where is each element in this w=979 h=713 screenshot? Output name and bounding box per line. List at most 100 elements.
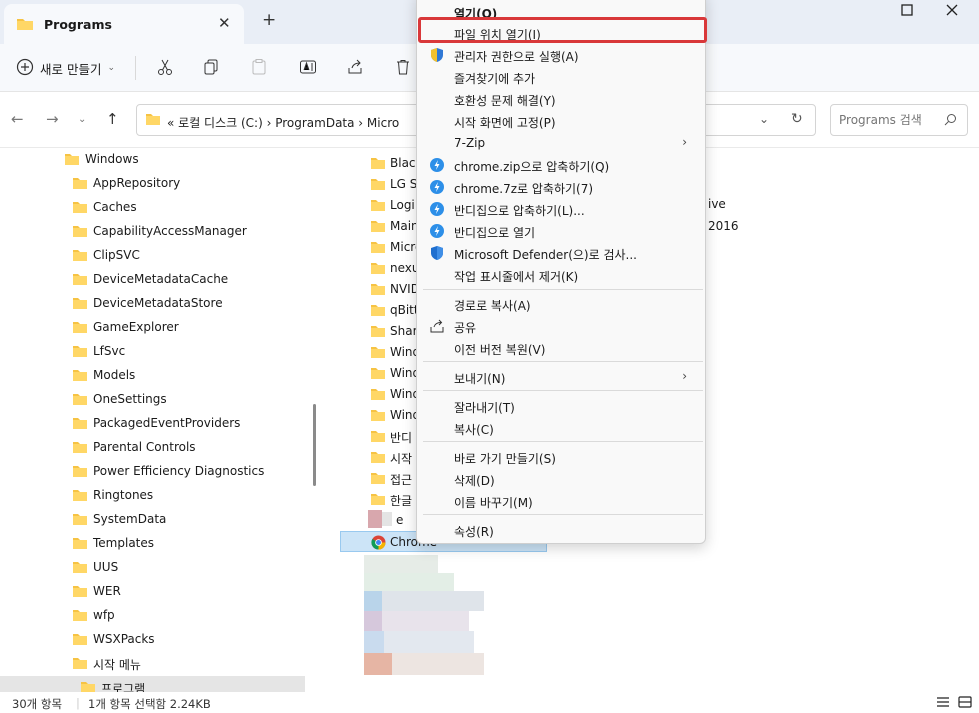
- tree-item[interactable]: wfp: [0, 604, 310, 628]
- menu-item-7zip[interactable]: 7-Zip ›: [423, 132, 699, 154]
- navigation-pane: Windows AppRepository Caches CapabilityA…: [0, 148, 322, 692]
- menu-item-add-favorites[interactable]: 즐겨찾기에 추가: [423, 66, 699, 88]
- menu-item-copy[interactable]: 복사(C): [423, 417, 699, 439]
- tree-item[interactable]: CapabilityAccessManager: [0, 220, 310, 244]
- menu-item-defender-scan[interactable]: Microsoft Defender(으)로 검사...: [423, 242, 699, 264]
- close-window-icon[interactable]: [945, 3, 959, 21]
- tree-item[interactable]: Models: [0, 364, 310, 388]
- cut-icon[interactable]: [152, 54, 178, 80]
- maximize-icon[interactable]: [900, 3, 914, 21]
- menu-item-delete[interactable]: 삭제(D): [423, 468, 699, 490]
- tree-item[interactable]: OneSettings: [0, 388, 310, 412]
- tree-item[interactable]: SystemData: [0, 508, 310, 532]
- folder-icon: [370, 493, 386, 509]
- tree-item[interactable]: WSXPacks: [0, 628, 310, 652]
- menu-item-rename[interactable]: 이름 바꾸기(M): [423, 490, 699, 512]
- menu-item-label: 잘라내기(T): [454, 401, 515, 415]
- status-divider: |: [76, 696, 80, 710]
- folder-icon: [72, 201, 88, 217]
- paste-icon[interactable]: [246, 54, 272, 80]
- tree-item[interactable]: UUS: [0, 556, 310, 580]
- chrome-icon: [371, 535, 386, 553]
- close-tab-icon[interactable]: ✕: [218, 14, 231, 32]
- back-arrow-icon[interactable]: ←: [11, 110, 24, 128]
- folder-icon: [72, 561, 88, 577]
- menu-item-create-shortcut[interactable]: 바로 가기 만들기(S): [423, 446, 699, 468]
- menu-item-properties[interactable]: 속성(R): [423, 519, 699, 541]
- delete-icon[interactable]: [390, 54, 416, 80]
- folder-icon: [72, 513, 88, 529]
- tree-item[interactable]: Caches: [0, 196, 310, 220]
- tiles-view-icon[interactable]: [958, 696, 972, 711]
- tree-item[interactable]: AppRepository: [0, 172, 310, 196]
- menu-item-run-as-admin[interactable]: 관리자 권한으로 실행(A): [423, 44, 699, 66]
- menu-item-share[interactable]: 공유: [423, 315, 699, 337]
- menu-item-label: 속성(R): [454, 525, 494, 539]
- refresh-icon[interactable]: ↻: [791, 111, 803, 127]
- folder-icon: [370, 178, 386, 194]
- list-item-label: 시작: [390, 452, 413, 466]
- tree-item[interactable]: Windows: [0, 148, 310, 172]
- menu-item-troubleshoot[interactable]: 호환성 문제 해결(Y): [423, 88, 699, 110]
- menu-item-compress-zip[interactable]: chrome.zip으로 압축하기(Q): [423, 154, 699, 176]
- tree-item[interactable]: ClipSVC: [0, 244, 310, 268]
- menu-item-compress-bandizip[interactable]: 반디집으로 압축하기(L)...: [423, 198, 699, 220]
- menu-item-open-bandizip[interactable]: 반디집으로 열기: [423, 220, 699, 242]
- menu-item-label: 이전 버전 복원(V): [454, 343, 546, 357]
- menu-item-restore-versions[interactable]: 이전 버전 복원(V): [423, 337, 699, 359]
- search-box[interactable]: [830, 104, 968, 136]
- menu-item-pin-start[interactable]: 시작 화면에 고정(P): [423, 110, 699, 132]
- forward-arrow-icon[interactable]: →: [46, 110, 59, 128]
- menu-item-label: 보내기(N): [454, 372, 506, 386]
- copy-icon[interactable]: [198, 54, 224, 80]
- menu-item-label: 삭제(D): [454, 474, 495, 488]
- menu-item-compress-7z[interactable]: chrome.7z로 압축하기(7): [423, 176, 699, 198]
- menu-item-unpin-taskbar[interactable]: 작업 표시줄에서 제거(K): [423, 264, 699, 286]
- tree-item-label: wfp: [93, 608, 115, 622]
- tree-item-label: PackagedEventProviders: [93, 416, 241, 430]
- tree-item[interactable]: Templates: [0, 532, 310, 556]
- recent-locations-icon[interactable]: ⌄: [78, 114, 86, 125]
- tree-item-selected[interactable]: 프로그램: [0, 676, 305, 692]
- folder-icon: [16, 17, 34, 34]
- tab-programs[interactable]: Programs ✕: [4, 4, 244, 44]
- search-input[interactable]: [839, 113, 939, 127]
- blurred-region: [364, 573, 454, 591]
- tree-item[interactable]: Power Efficiency Diagnostics: [0, 460, 310, 484]
- menu-separator: [423, 361, 703, 362]
- menu-item-copy-path[interactable]: 경로로 복사(A): [423, 293, 699, 315]
- blurred-region: [364, 611, 382, 631]
- folder-icon: [72, 321, 88, 337]
- breadcrumb[interactable]: « 로컬 디스크 (C:) › ProgramData › Micro: [167, 114, 399, 131]
- menu-item-send-to[interactable]: 보내기(N) ›: [423, 366, 699, 388]
- menu-item-label: 작업 표시줄에서 제거(K): [454, 270, 579, 284]
- rename-icon[interactable]: [295, 54, 321, 80]
- tree-item[interactable]: PackagedEventProviders: [0, 412, 310, 436]
- status-bar: 30개 항목 | 1개 항목 선택함 2.24KB: [0, 692, 979, 713]
- tree-item[interactable]: Ringtones: [0, 484, 310, 508]
- tree-item[interactable]: GameExplorer: [0, 316, 310, 340]
- tree-item[interactable]: WER: [0, 580, 310, 604]
- uac-shield-icon: [429, 47, 445, 63]
- chevron-down-icon[interactable]: ⌄: [759, 112, 769, 126]
- tree-item[interactable]: DeviceMetadataCache: [0, 268, 310, 292]
- tree-item[interactable]: LfSvc: [0, 340, 310, 364]
- blurred-region: [364, 555, 438, 573]
- truncated-text: ive: [708, 197, 726, 211]
- tree-item[interactable]: Parental Controls: [0, 436, 310, 460]
- up-arrow-icon[interactable]: ↑: [106, 110, 119, 128]
- tree-item-label: SystemData: [93, 512, 167, 526]
- menu-item-cut[interactable]: 잘라내기(T): [423, 395, 699, 417]
- folder-icon: [370, 220, 386, 236]
- folder-icon: [370, 451, 386, 467]
- truncated-text: 2016: [708, 219, 739, 233]
- tree-item[interactable]: 시작 메뉴: [0, 652, 310, 676]
- blurred-region: [364, 631, 384, 653]
- share-icon[interactable]: [342, 54, 368, 80]
- tree-item[interactable]: DeviceMetadataStore: [0, 292, 310, 316]
- new-tab-button[interactable]: +: [262, 10, 276, 30]
- new-button[interactable]: 새로 만들기 ⌄: [16, 56, 115, 80]
- scrollbar-thumb[interactable]: [313, 404, 316, 486]
- details-view-icon[interactable]: [936, 696, 950, 711]
- search-icon: [944, 113, 957, 129]
